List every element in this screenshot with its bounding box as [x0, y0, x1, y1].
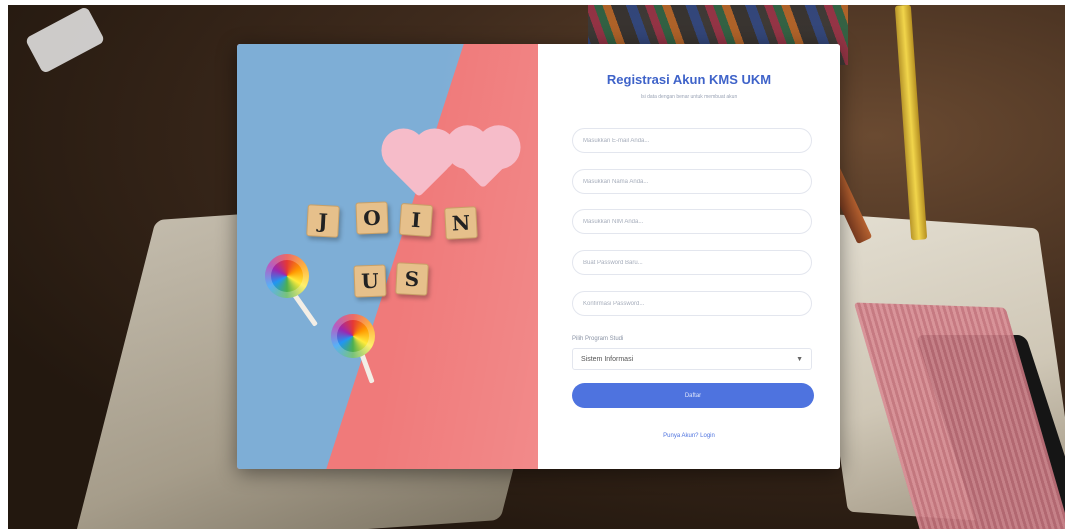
letter-tile: O	[355, 201, 389, 235]
program-select-value: Sistem Informasi	[581, 355, 634, 363]
confirm-password-field[interactable]	[572, 291, 812, 316]
letter-tile: J	[306, 204, 340, 238]
register-button[interactable]: Daftar	[572, 383, 814, 408]
letter-tile: U	[353, 264, 387, 298]
form-subtitle: Isi data dengan benar untuk membuat akun	[640, 94, 738, 100]
letter-tile: N	[444, 206, 478, 240]
form-title: Registrasi Akun KMS UKM	[606, 72, 772, 87]
password-field[interactable]	[572, 250, 812, 275]
nim-field[interactable]	[572, 209, 812, 234]
login-link[interactable]: Punya Akun? Login	[538, 433, 840, 439]
letter-tile: S	[395, 262, 429, 296]
program-select[interactable]: Sistem Informasi ▼	[572, 348, 812, 370]
program-select-label: Pilih Program Studi	[572, 336, 624, 342]
background-yellow-pencil	[894, 5, 928, 241]
lollipop	[265, 254, 309, 298]
background-lamp	[24, 5, 106, 75]
email-field[interactable]	[572, 128, 812, 153]
letter-tile: I	[398, 202, 434, 238]
name-field[interactable]	[572, 169, 812, 194]
registration-form: Registrasi Akun KMS UKM Isi data dengan …	[538, 44, 840, 469]
registration-card: J O I N U S Registrasi Akun KMS UKM Isi …	[237, 44, 840, 469]
lollipop	[331, 314, 375, 358]
chevron-down-icon: ▼	[796, 355, 803, 363]
hero-image: J O I N U S	[237, 44, 538, 469]
